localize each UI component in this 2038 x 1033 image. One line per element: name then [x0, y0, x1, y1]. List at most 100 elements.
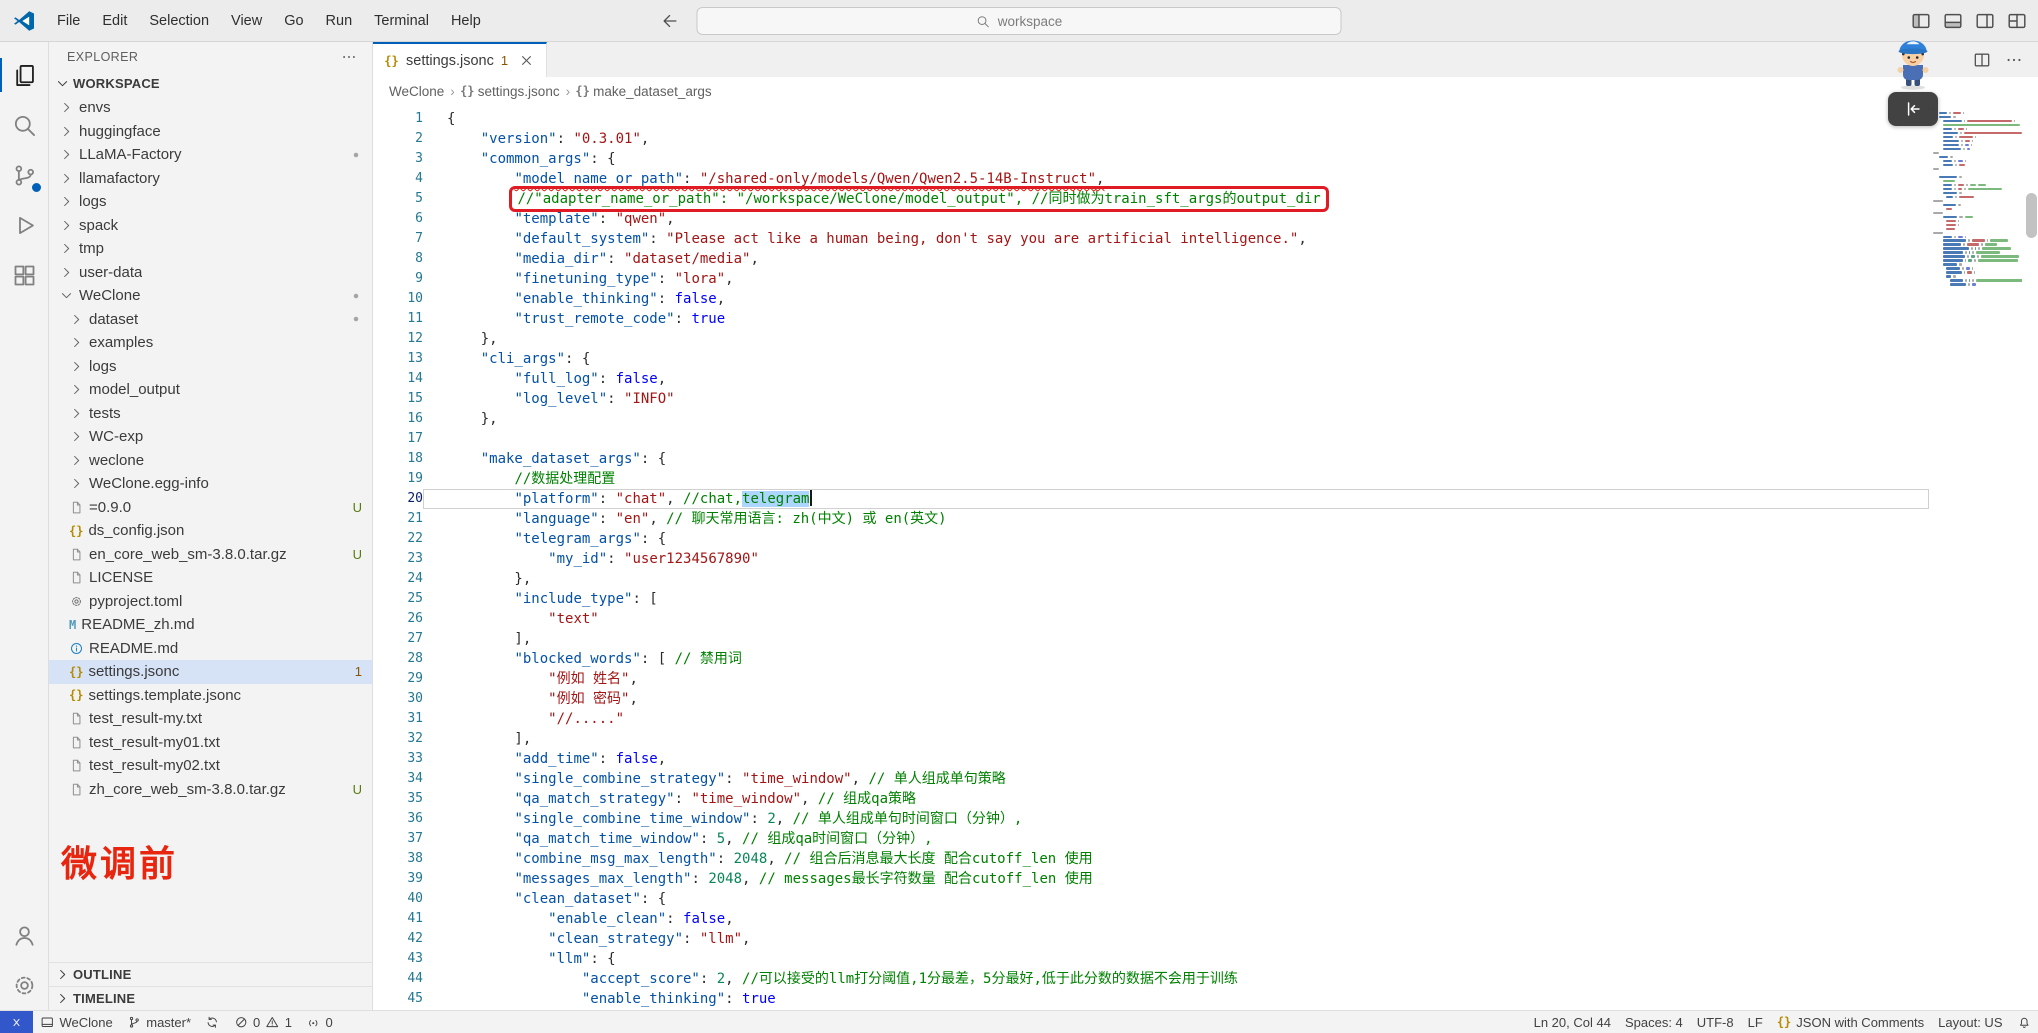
- tree-item-logs[interactable]: logs: [49, 355, 372, 379]
- code-line-12[interactable]: 12 },: [373, 329, 1929, 349]
- tree-item-test_result-my01.txt[interactable]: test_result-my01.txt: [49, 731, 372, 755]
- status-cursor-position[interactable]: Ln 20, Col 44: [1527, 1011, 1618, 1033]
- line-number[interactable]: 5: [373, 189, 423, 209]
- activitybar-explorer[interactable]: [0, 50, 49, 100]
- activitybar-search[interactable]: [0, 100, 49, 150]
- split-editor-icon[interactable]: [1972, 50, 1992, 70]
- line-number[interactable]: 6: [373, 209, 423, 229]
- toggle-secondary-sidebar-icon[interactable]: [1974, 10, 1996, 32]
- code-line-15[interactable]: 15 "log_level": "INFO": [373, 389, 1929, 409]
- code-line-43[interactable]: 43 "llm": {: [373, 949, 1929, 969]
- menu-view[interactable]: View: [220, 0, 273, 42]
- line-number[interactable]: 43: [373, 949, 423, 969]
- code-line-33[interactable]: 33 "add_time": false,: [373, 749, 1929, 769]
- code-line-29[interactable]: 29 "例如 姓名",: [373, 669, 1929, 689]
- line-number[interactable]: 14: [373, 369, 423, 389]
- menu-run[interactable]: Run: [315, 0, 364, 42]
- navigate-back-icon[interactable]: [660, 11, 680, 31]
- code-line-36[interactable]: 36 "single_combine_time_window": 2, // 单…: [373, 809, 1929, 829]
- menu-edit[interactable]: Edit: [91, 0, 138, 42]
- code-line-23[interactable]: 23 "my_id": "user1234567890": [373, 549, 1929, 569]
- activitybar-source-control[interactable]: [0, 150, 49, 200]
- code-line-10[interactable]: 10 "enable_thinking": false,: [373, 289, 1929, 309]
- code-line-24[interactable]: 24 },: [373, 569, 1929, 589]
- tree-item-0.9.0[interactable]: =0.9.0U: [49, 496, 372, 520]
- outline-section[interactable]: OUTLINE: [49, 962, 372, 986]
- line-number[interactable]: 38: [373, 849, 423, 869]
- workspace-section-header[interactable]: WORKSPACE: [49, 71, 372, 96]
- code-line-22[interactable]: 22 "telegram_args": {: [373, 529, 1929, 549]
- tree-item-pyproject.toml[interactable]: pyproject.toml: [49, 590, 372, 614]
- line-number[interactable]: 4: [373, 169, 423, 189]
- code-line-6[interactable]: 6 "template": "qwen",: [373, 209, 1929, 229]
- line-number[interactable]: 45: [373, 989, 423, 1009]
- status-workspace-badge[interactable]: WeClone: [33, 1011, 120, 1033]
- code-line-21[interactable]: 21 "language": "en", // 聊天常用语言: zh(中文) 或…: [373, 509, 1929, 529]
- code-line-27[interactable]: 27 ],: [373, 629, 1929, 649]
- code-line-8[interactable]: 8 "media_dir": "dataset/media",: [373, 249, 1929, 269]
- tree-item-tests[interactable]: tests: [49, 402, 372, 426]
- line-number[interactable]: 20: [373, 489, 423, 509]
- toggle-primary-sidebar-icon[interactable]: [1910, 10, 1932, 32]
- code-line-28[interactable]: 28 "blocked_words": [ // 禁用词: [373, 649, 1929, 669]
- code-line-11[interactable]: 11 "trust_remote_code": true: [373, 309, 1929, 329]
- line-number[interactable]: 21: [373, 509, 423, 529]
- code-line-42[interactable]: 42 "clean_strategy": "llm",: [373, 929, 1929, 949]
- tree-item-envs[interactable]: envs: [49, 96, 372, 120]
- line-number[interactable]: 28: [373, 649, 423, 669]
- explorer-more-actions-icon[interactable]: [340, 48, 358, 66]
- line-number[interactable]: 11: [373, 309, 423, 329]
- menu-go[interactable]: Go: [273, 0, 314, 42]
- close-icon[interactable]: [518, 52, 535, 69]
- tree-item-WC-exp[interactable]: WC-exp: [49, 425, 372, 449]
- tree-item-spack[interactable]: spack: [49, 214, 372, 238]
- code-line-5[interactable]: 5 //"adapter_name_or_path": "/workspace/…: [373, 189, 1929, 209]
- code-line-20[interactable]: 20 "platform": "chat", //chat,telegram: [373, 489, 1929, 509]
- status-encoding[interactable]: UTF-8: [1690, 1011, 1741, 1033]
- tree-item-README.md[interactable]: README.md: [49, 637, 372, 661]
- code-line-45[interactable]: 45 "enable_thinking": true: [373, 989, 1929, 1009]
- status-git-branch[interactable]: master*: [120, 1011, 198, 1033]
- timeline-section[interactable]: TIMELINE: [49, 986, 372, 1010]
- tree-item-LLaMA-Factory[interactable]: LLaMA-Factory: [49, 143, 372, 167]
- line-number[interactable]: 1: [373, 109, 423, 129]
- breadcrumb-item[interactable]: WeClone: [389, 84, 444, 99]
- line-number[interactable]: 39: [373, 869, 423, 889]
- code-line-31[interactable]: 31 "//.....": [373, 709, 1929, 729]
- status-indentation[interactable]: Spaces: 4: [1618, 1011, 1690, 1033]
- line-number[interactable]: 2: [373, 129, 423, 149]
- line-number[interactable]: 33: [373, 749, 423, 769]
- line-number[interactable]: 8: [373, 249, 423, 269]
- line-number[interactable]: 19: [373, 469, 423, 489]
- line-number[interactable]: 34: [373, 769, 423, 789]
- line-number[interactable]: 12: [373, 329, 423, 349]
- code-line-17[interactable]: 17: [373, 429, 1929, 449]
- code-line-40[interactable]: 40 "clean_dataset": {: [373, 889, 1929, 909]
- status-language-mode[interactable]: {}JSON with Comments: [1770, 1011, 1931, 1033]
- tree-item-test_result-my.txt[interactable]: test_result-my.txt: [49, 707, 372, 731]
- code-line-16[interactable]: 16 },: [373, 409, 1929, 429]
- tree-item-en_core_web_sm-3.8.0.tar.gz[interactable]: en_core_web_sm-3.8.0.tar.gzU: [49, 543, 372, 567]
- tab-settings-jsonc[interactable]: {} settings.jsonc 1: [373, 42, 547, 77]
- code-line-44[interactable]: 44 "accept_score": 2, //可以接受的llm打分阈值,1分最…: [373, 969, 1929, 989]
- tree-item-settings.jsonc[interactable]: {}settings.jsonc1: [49, 660, 372, 684]
- status-remote-indicator[interactable]: [0, 1011, 33, 1033]
- status-eol[interactable]: LF: [1741, 1011, 1770, 1033]
- tree-item-dataset[interactable]: dataset: [49, 308, 372, 332]
- code-line-18[interactable]: 18 "make_dataset_args": {: [373, 449, 1929, 469]
- breadcrumb-item[interactable]: {}make_dataset_args: [576, 84, 712, 99]
- code-line-7[interactable]: 7 "default_system": "Please act like a h…: [373, 229, 1929, 249]
- line-number[interactable]: 16: [373, 409, 423, 429]
- line-number[interactable]: 22: [373, 529, 423, 549]
- tree-item-zh_core_web_sm-3.8.0.tar.gz[interactable]: zh_core_web_sm-3.8.0.tar.gzU: [49, 778, 372, 802]
- code-editor[interactable]: 1{2 "version": "0.3.01",3 "common_args":…: [373, 105, 1929, 1010]
- tree-item-llamafactory[interactable]: llamafactory: [49, 167, 372, 191]
- code-line-3[interactable]: 3 "common_args": {: [373, 149, 1929, 169]
- tree-item-LICENSE[interactable]: LICENSE: [49, 566, 372, 590]
- code-line-41[interactable]: 41 "enable_clean": false,: [373, 909, 1929, 929]
- code-line-13[interactable]: 13 "cli_args": {: [373, 349, 1929, 369]
- line-number[interactable]: 25: [373, 589, 423, 609]
- line-number[interactable]: 32: [373, 729, 423, 749]
- line-number[interactable]: 10: [373, 289, 423, 309]
- line-number[interactable]: 7: [373, 229, 423, 249]
